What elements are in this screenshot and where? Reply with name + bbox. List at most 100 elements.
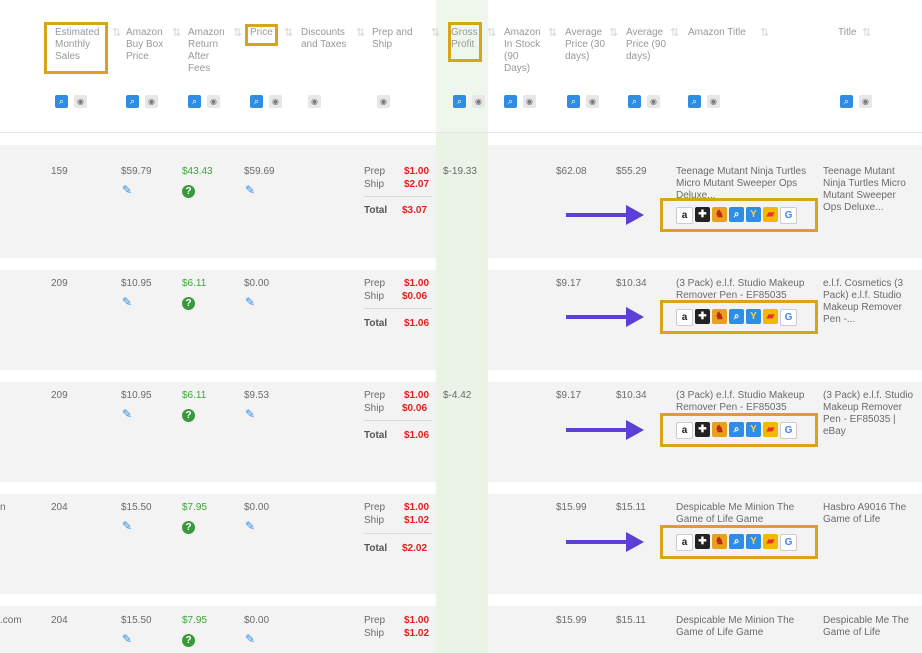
walmart-icon[interactable]: Y <box>746 422 761 437</box>
camel-icon[interactable]: ♞ <box>712 309 727 324</box>
header-amazon-title[interactable]: Amazon Title <box>688 27 758 39</box>
google-icon[interactable]: G <box>780 309 797 326</box>
edit-pencil-icon[interactable]: ✎ <box>245 408 255 420</box>
search-icon[interactable]: ⌕ <box>126 95 139 108</box>
sort-icon[interactable]: ⇅ <box>233 26 242 39</box>
header-in-stock[interactable]: Amazon In Stock (90 Days) <box>504 27 544 75</box>
amazon-icon[interactable]: a <box>676 309 693 326</box>
hide-icon[interactable]: ◉ <box>377 95 390 108</box>
avg-30-value: $9.17 <box>556 390 582 401</box>
title-link[interactable]: Despicable Me The Game of Life <box>823 615 915 639</box>
title-link[interactable]: (3 Pack) e.l.f. Studio Makeup Remover Pe… <box>823 390 915 438</box>
search-icon[interactable]: ⌕ <box>729 309 744 324</box>
help-icon[interactable]: ? <box>182 409 195 422</box>
help-icon[interactable]: ? <box>182 521 195 534</box>
search-icon[interactable]: ⌕ <box>453 95 466 108</box>
edit-pencil-icon[interactable]: ✎ <box>245 520 255 532</box>
search-icon[interactable]: ⌕ <box>729 534 744 549</box>
search-icon[interactable]: ⌕ <box>840 95 853 108</box>
hide-icon[interactable]: ◉ <box>523 95 536 108</box>
search-icon[interactable]: ⌕ <box>628 95 641 108</box>
edit-pencil-icon[interactable]: ✎ <box>122 633 132 645</box>
amazon-icon[interactable]: a <box>676 534 693 551</box>
amazon-title-link[interactable]: (3 Pack) e.l.f. Studio Makeup Remover Pe… <box>676 278 816 302</box>
sort-icon[interactable]: ⇅ <box>284 26 293 39</box>
title-link[interactable]: Teenage Mutant Ninja Turtles Micro Mutan… <box>823 166 915 214</box>
search-icon[interactable]: ⌕ <box>729 207 744 222</box>
google-icon[interactable]: G <box>780 207 797 224</box>
total-divider <box>364 308 432 309</box>
sort-icon[interactable]: ⇅ <box>112 26 121 39</box>
search-icon[interactable]: ⌕ <box>250 95 263 108</box>
edit-pencil-icon[interactable]: ✎ <box>122 296 132 308</box>
edit-pencil-icon[interactable]: ✎ <box>245 184 255 196</box>
hide-icon[interactable]: ◉ <box>586 95 599 108</box>
edit-pencil-icon[interactable]: ✎ <box>122 408 132 420</box>
hide-icon[interactable]: ◉ <box>472 95 485 108</box>
sort-icon[interactable]: ⇅ <box>548 26 557 39</box>
sort-icon[interactable]: ⇅ <box>760 26 769 39</box>
hide-icon[interactable]: ◉ <box>647 95 660 108</box>
header-avg-90[interactable]: Average Price (90 days) <box>626 27 668 63</box>
sort-icon[interactable]: ⇅ <box>609 26 618 39</box>
header-prep-ship[interactable]: Prep and Ship <box>372 27 420 51</box>
title-link[interactable]: Hasbro A9016 The Game of Life <box>823 502 915 526</box>
ebay-icon[interactable]: ▰ <box>763 309 778 324</box>
edit-pencil-icon[interactable]: ✎ <box>245 633 255 645</box>
avg-30-value: $9.17 <box>556 278 582 289</box>
amazon-title-link[interactable]: Teenage Mutant Ninja Turtles Micro Mutan… <box>676 166 816 202</box>
edit-pencil-icon[interactable]: ✎ <box>122 520 132 532</box>
header-avg-30[interactable]: Average Price (30 days) <box>565 27 605 63</box>
amazon-title-link[interactable]: Despicable Me Minion The Game of Life Ga… <box>676 615 816 639</box>
keepa-icon[interactable]: ✚ <box>695 534 710 549</box>
hide-icon[interactable]: ◉ <box>145 95 158 108</box>
hide-icon[interactable]: ◉ <box>859 95 872 108</box>
help-icon[interactable]: ? <box>182 185 195 198</box>
header-return-after-fees[interactable]: Amazon Return After Fees <box>188 27 230 75</box>
header-discounts-taxes[interactable]: Discounts and Taxes <box>301 27 353 51</box>
walmart-icon[interactable]: Y <box>746 534 761 549</box>
search-icon[interactable]: ⌕ <box>567 95 580 108</box>
search-icon[interactable]: ⌕ <box>504 95 517 108</box>
amazon-icon[interactable]: a <box>676 422 693 439</box>
help-icon[interactable]: ? <box>182 297 195 310</box>
google-icon[interactable]: G <box>780 422 797 439</box>
hide-icon[interactable]: ◉ <box>207 95 220 108</box>
google-icon[interactable]: G <box>780 534 797 551</box>
search-icon[interactable]: ⌕ <box>688 95 701 108</box>
amazon-title-link[interactable]: Despicable Me Minion The Game of Life Ga… <box>676 502 816 526</box>
keepa-icon[interactable]: ✚ <box>695 207 710 222</box>
sort-icon[interactable]: ⇅ <box>356 26 365 39</box>
title-link[interactable]: e.l.f. Cosmetics (3 Pack) e.l.f. Studio … <box>823 278 915 326</box>
walmart-icon[interactable]: Y <box>746 309 761 324</box>
search-icon[interactable]: ⌕ <box>729 422 744 437</box>
camel-icon[interactable]: ♞ <box>712 207 727 222</box>
sort-icon[interactable]: ⇅ <box>487 26 496 39</box>
hide-icon[interactable]: ◉ <box>74 95 87 108</box>
sort-icon[interactable]: ⇅ <box>431 26 440 39</box>
ebay-icon[interactable]: ▰ <box>763 422 778 437</box>
edit-pencil-icon[interactable]: ✎ <box>245 296 255 308</box>
hide-icon[interactable]: ◉ <box>269 95 282 108</box>
camel-icon[interactable]: ♞ <box>712 534 727 549</box>
sort-icon[interactable]: ⇅ <box>172 26 181 39</box>
ebay-icon[interactable]: ▰ <box>763 207 778 222</box>
hide-icon[interactable]: ◉ <box>308 95 321 108</box>
header-buy-box-price[interactable]: Amazon Buy Box Price <box>126 27 168 63</box>
help-icon[interactable]: ? <box>182 634 195 647</box>
edit-pencil-icon[interactable]: ✎ <box>122 184 132 196</box>
keepa-icon[interactable]: ✚ <box>695 422 710 437</box>
amazon-icon[interactable]: a <box>676 207 693 224</box>
search-icon[interactable]: ⌕ <box>55 95 68 108</box>
lookup-icon-strip: a ✚ ♞ ⌕ Y ▰ G <box>676 309 797 326</box>
hide-icon[interactable]: ◉ <box>707 95 720 108</box>
ebay-icon[interactable]: ▰ <box>763 534 778 549</box>
camel-icon[interactable]: ♞ <box>712 422 727 437</box>
return-value: $43.43 <box>182 166 213 177</box>
sort-icon[interactable]: ⇅ <box>862 26 871 39</box>
keepa-icon[interactable]: ✚ <box>695 309 710 324</box>
walmart-icon[interactable]: Y <box>746 207 761 222</box>
sort-icon[interactable]: ⇅ <box>670 26 679 39</box>
amazon-title-link[interactable]: (3 Pack) e.l.f. Studio Makeup Remover Pe… <box>676 390 816 414</box>
search-icon[interactable]: ⌕ <box>188 95 201 108</box>
